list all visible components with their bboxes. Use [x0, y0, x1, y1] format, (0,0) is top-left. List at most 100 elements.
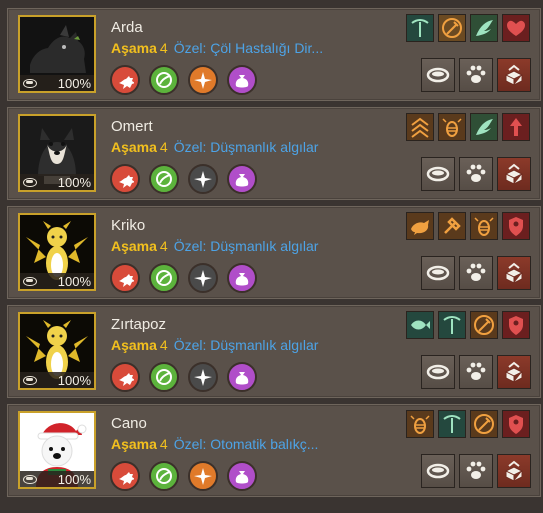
pet-portrait[interactable]: 100% [18, 114, 96, 192]
leaf-icon[interactable] [149, 65, 179, 95]
trait-row [406, 113, 530, 141]
compass-icon[interactable] [188, 65, 218, 95]
release-button[interactable] [497, 355, 531, 389]
special-ability: Özel: Düşmanlık algılar [173, 337, 319, 353]
paw-icon [464, 261, 488, 285]
summon-button[interactable] [459, 256, 493, 290]
release-button[interactable] [497, 256, 531, 290]
shield-person-icon[interactable] [502, 410, 530, 438]
feed-value: 100% [57, 273, 91, 289]
fish-icon[interactable] [406, 311, 434, 339]
leaf-icon[interactable] [149, 362, 179, 392]
feed-button[interactable] [421, 58, 455, 92]
bee-icon[interactable] [470, 212, 498, 240]
feed-meter: 100% [20, 273, 94, 289]
feed-button[interactable] [421, 157, 455, 191]
compass-icon[interactable] [188, 263, 218, 293]
leaf-icon[interactable] [149, 263, 179, 293]
shield-person-icon[interactable] [502, 311, 530, 339]
wing-icon[interactable] [470, 14, 498, 42]
leaf-icon[interactable] [149, 164, 179, 194]
sack-icon[interactable] [227, 65, 257, 95]
summon-button[interactable] [459, 454, 493, 488]
trait-row [406, 212, 530, 240]
arrow-up-icon[interactable] [502, 113, 530, 141]
pet-info: Aşama 4 Özel: Düşmanlık algılar [111, 139, 318, 155]
pet-portrait[interactable]: 100% [18, 15, 96, 93]
special-ability: Özel: Çöl Hastalığı Dir... [173, 40, 324, 56]
axe-icon[interactable] [470, 410, 498, 438]
bird-icon[interactable] [406, 212, 434, 240]
feed-bowl-icon [426, 261, 450, 285]
beast-icon[interactable] [110, 65, 140, 95]
axe-icon[interactable] [470, 311, 498, 339]
pet-card[interactable]: 100% Cano Aşama 4 Özel: Otomatik balıkç... [7, 404, 541, 497]
stage-label: Aşama [111, 40, 157, 56]
leaf-icon[interactable] [149, 461, 179, 491]
shield-person-icon[interactable] [502, 212, 530, 240]
special-ability: Özel: Düşmanlık algılar [173, 238, 319, 254]
stage-label: Aşama [111, 139, 157, 155]
food-bowl-icon [23, 375, 37, 385]
bee-icon[interactable] [438, 113, 466, 141]
release-box-icon [502, 360, 526, 384]
food-bowl-icon [23, 78, 37, 88]
feed-button[interactable] [421, 355, 455, 389]
compass-icon[interactable] [188, 362, 218, 392]
pet-card[interactable]: 100% Zırtapoz Aşama 4 Özel: Düşmanlık algıla… [7, 305, 541, 398]
bee-icon[interactable] [406, 410, 434, 438]
pet-name: Omert [111, 118, 153, 135]
skill-row [110, 65, 257, 95]
pet-card[interactable]: 100% Arda Aşama 4 Özel: Çöl Hastalığı Dir... [7, 8, 541, 101]
pet-portrait[interactable]: 100% [18, 213, 96, 291]
pet-card[interactable]: 100% Kriko Aşama 4 Özel: Düşmanlık algılar [7, 206, 541, 299]
sack-icon[interactable] [227, 461, 257, 491]
release-button[interactable] [497, 157, 531, 191]
pet-portrait[interactable]: 100% [18, 312, 96, 390]
pet-actions [421, 256, 531, 290]
beast-icon[interactable] [110, 461, 140, 491]
paw-icon [464, 360, 488, 384]
beast-icon[interactable] [110, 263, 140, 293]
compass-icon[interactable] [188, 164, 218, 194]
pickaxe-icon[interactable] [438, 410, 466, 438]
beast-icon[interactable] [110, 164, 140, 194]
skill-row [110, 362, 257, 392]
food-bowl-icon [23, 177, 37, 187]
chevron-icon[interactable] [406, 113, 434, 141]
sack-icon[interactable] [227, 362, 257, 392]
stage-value: 4 [159, 436, 168, 452]
wing-icon[interactable] [470, 113, 498, 141]
pet-list: 100% Arda Aşama 4 Özel: Çöl Hastalığı Dir...… [0, 0, 543, 513]
feed-bowl-icon [426, 63, 450, 87]
pet-portrait[interactable]: 100% [18, 411, 96, 489]
release-button[interactable] [497, 454, 531, 488]
feed-button[interactable] [421, 256, 455, 290]
feed-button[interactable] [421, 454, 455, 488]
special-ability: Özel: Otomatik balıkç... [173, 436, 319, 452]
sack-icon[interactable] [227, 263, 257, 293]
pet-name: Arda [111, 19, 143, 36]
pet-name: Zırtapoz [111, 316, 167, 333]
feed-value: 100% [57, 372, 91, 388]
release-button[interactable] [497, 58, 531, 92]
axe-icon[interactable] [438, 14, 466, 42]
pickaxe-icon[interactable] [406, 14, 434, 42]
summon-button[interactable] [459, 157, 493, 191]
feed-meter: 100% [20, 75, 94, 91]
heart-shield-icon[interactable] [502, 14, 530, 42]
hammer-icon[interactable] [438, 212, 466, 240]
pickaxe-icon[interactable] [438, 311, 466, 339]
release-box-icon [502, 162, 526, 186]
stage-value: 4 [159, 238, 168, 254]
beast-icon[interactable] [110, 362, 140, 392]
summon-button[interactable] [459, 355, 493, 389]
pet-card[interactable]: 100% Omert Aşama 4 Özel: Düşmanlık algılar [7, 107, 541, 200]
sack-icon[interactable] [227, 164, 257, 194]
compass-icon[interactable] [188, 461, 218, 491]
pet-name: Kriko [111, 217, 146, 234]
paw-icon [464, 162, 488, 186]
summon-button[interactable] [459, 58, 493, 92]
pet-actions [421, 58, 531, 92]
feed-bowl-icon [426, 360, 450, 384]
